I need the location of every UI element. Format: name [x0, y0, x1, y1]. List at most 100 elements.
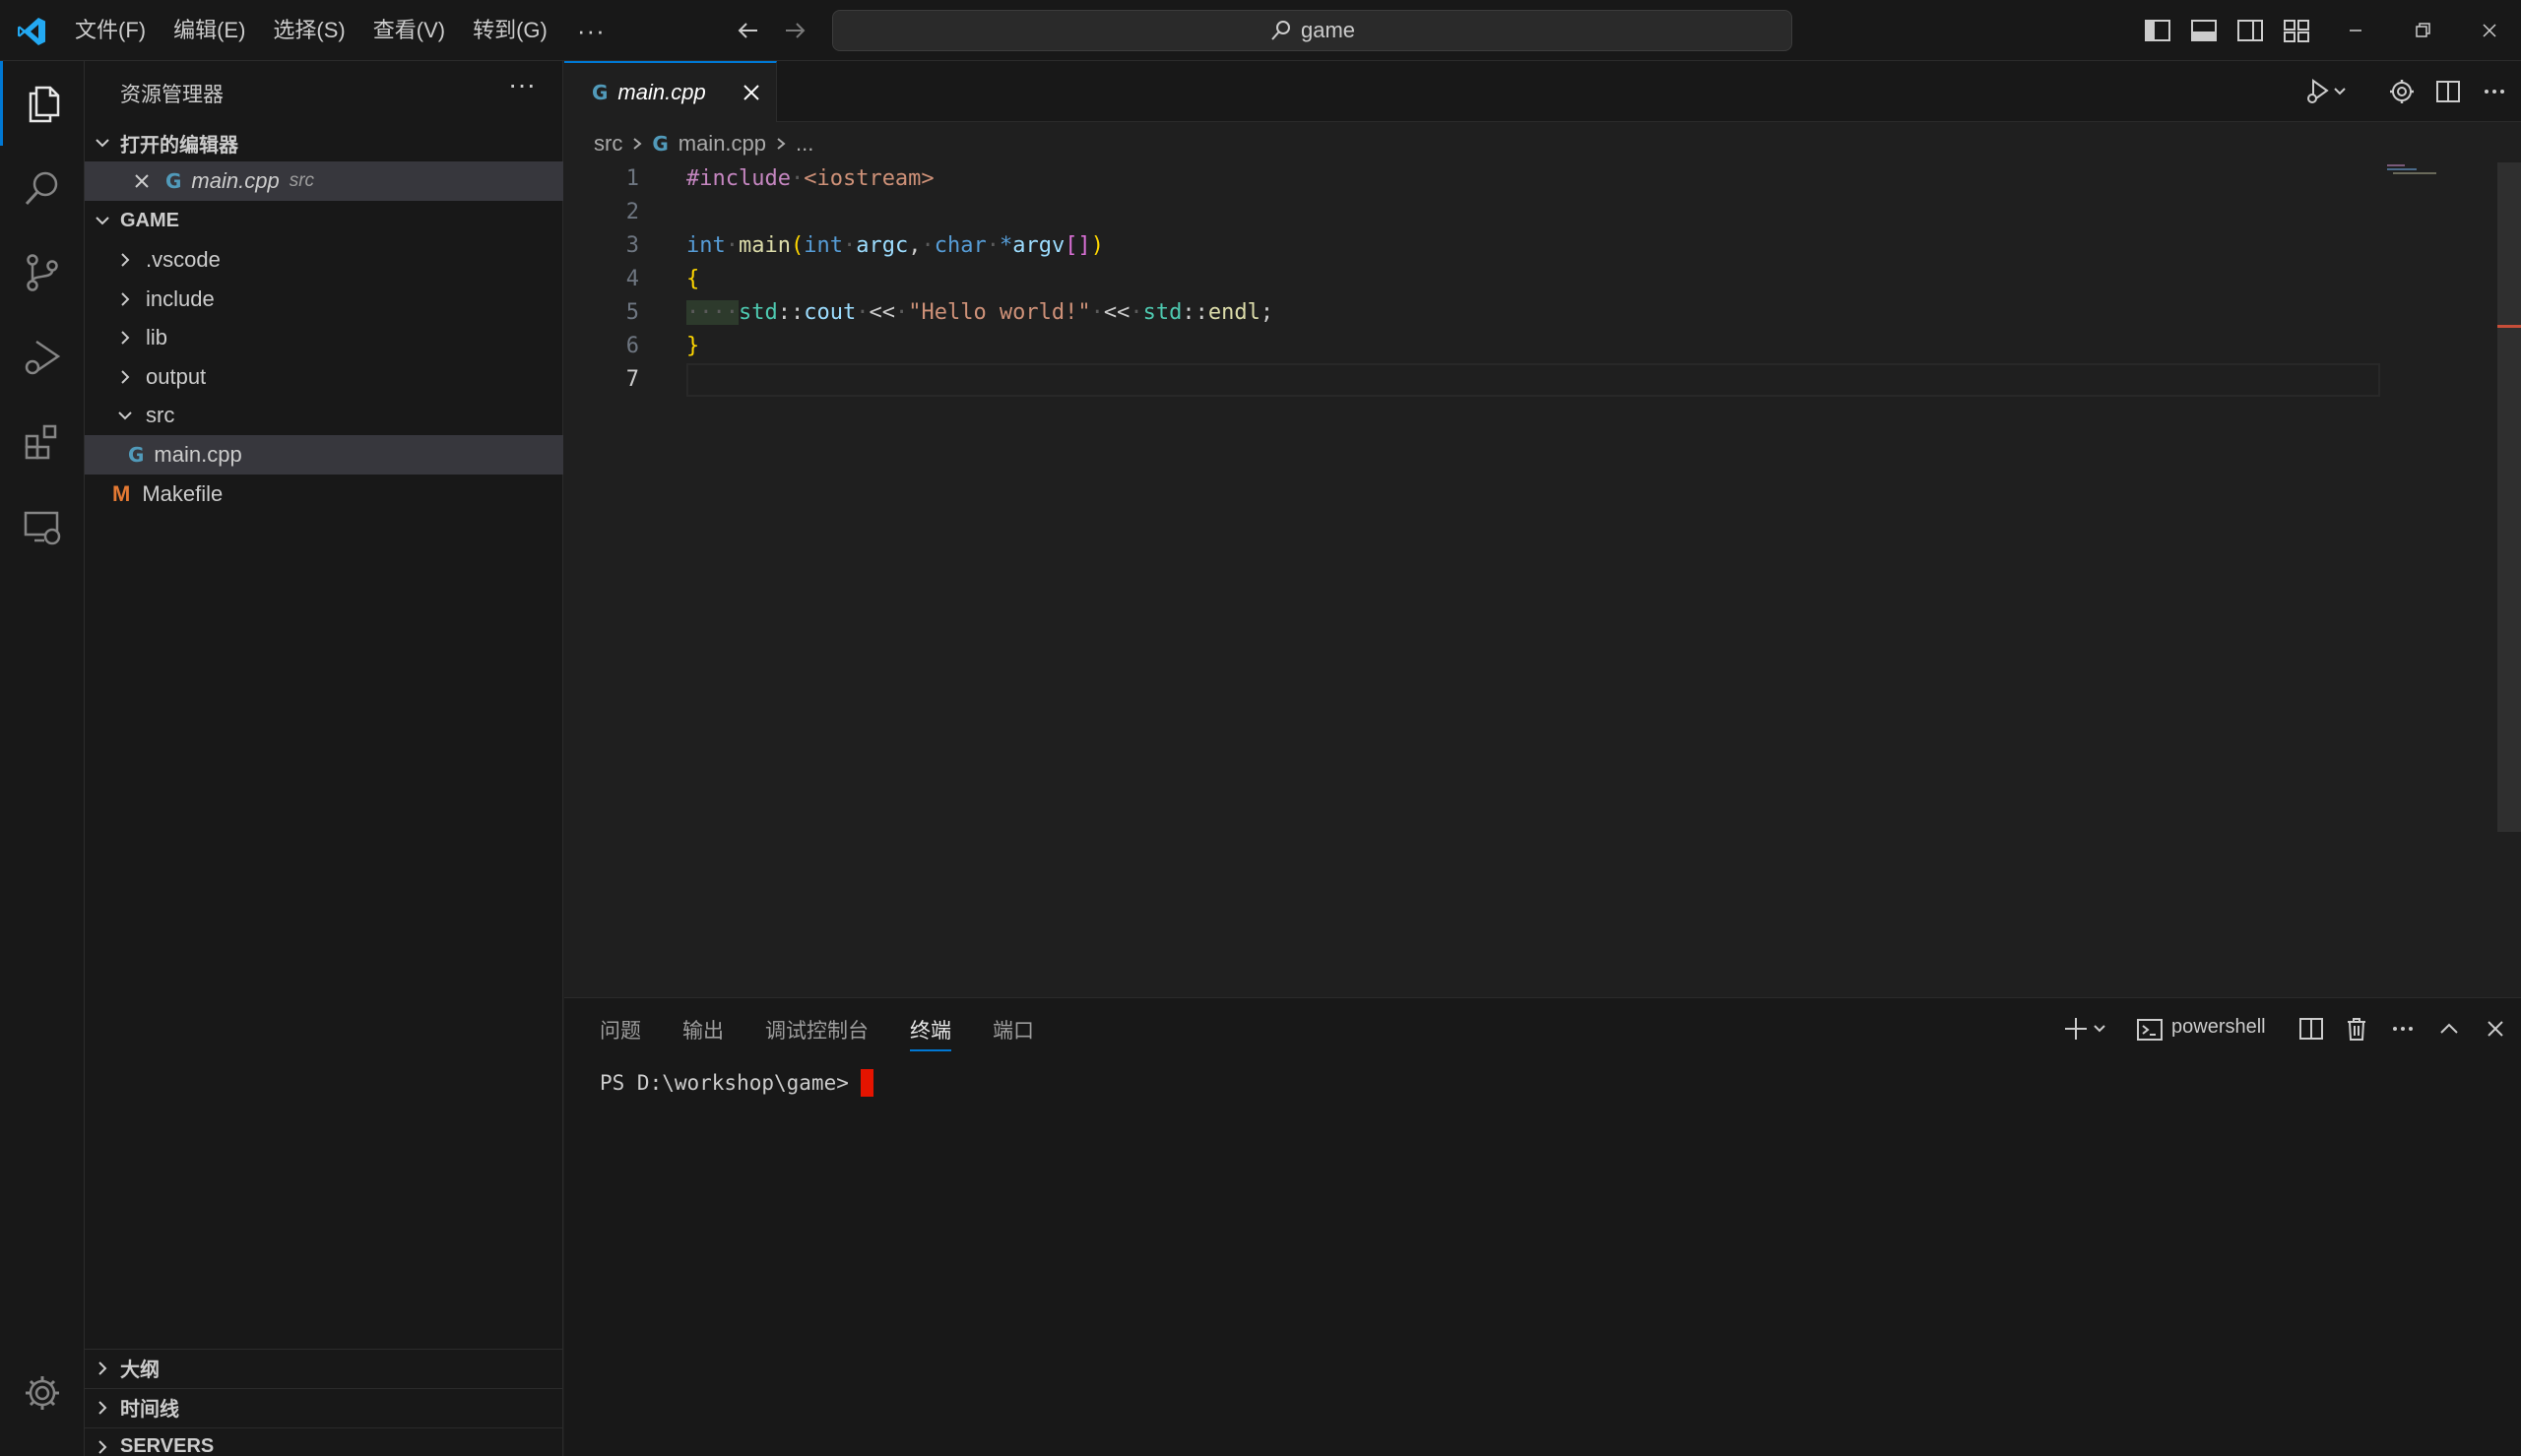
toggle-primary-sidebar-icon[interactable]	[2143, 16, 2172, 45]
menu-more-icon[interactable]: ···	[561, 11, 621, 50]
extensions-view-button[interactable]	[0, 400, 85, 484]
servers-header[interactable]: SERVERS	[85, 1427, 563, 1456]
split-editor-icon[interactable]	[2433, 77, 2463, 106]
editor-scrollbar[interactable]	[2497, 162, 2521, 832]
forward-arrow-icon[interactable]	[778, 14, 811, 47]
menu-selection[interactable]: 选择(S)	[259, 11, 358, 50]
tab-main-cpp[interactable]: G main.cpp	[564, 61, 777, 122]
code-token: std	[738, 300, 778, 325]
breadcrumb-symbol[interactable]: ...	[796, 131, 813, 157]
back-arrow-icon[interactable]	[732, 14, 765, 47]
outline-header[interactable]: 大纲	[85, 1349, 563, 1386]
code-token: int	[686, 233, 726, 258]
source-control-icon	[27, 254, 58, 291]
cpp-file-icon: G	[652, 132, 669, 156]
workspace-header[interactable]: GAME	[85, 202, 563, 239]
timeline-header[interactable]: 时间线	[85, 1388, 563, 1425]
terminal-prompt: PS D:\workshop\game>	[600, 1071, 849, 1095]
toggle-secondary-sidebar-icon[interactable]	[2235, 16, 2265, 45]
outline-label: 大纲	[120, 1360, 160, 1381]
restore-icon[interactable]	[2406, 14, 2439, 47]
files-icon	[29, 86, 59, 123]
manage-settings-button[interactable]	[0, 1351, 85, 1435]
folder-src[interactable]: src	[85, 396, 563, 435]
code-token: }	[686, 334, 700, 358]
chevron-right-icon	[112, 291, 138, 307]
gear-icon[interactable]	[2387, 77, 2417, 106]
toggle-panel-icon[interactable]	[2189, 16, 2219, 45]
line-number: 1	[625, 166, 639, 191]
code-token: <iostream>	[804, 166, 935, 191]
more-actions-icon[interactable]	[2480, 77, 2509, 106]
chevron-right-icon	[112, 369, 138, 385]
more-actions-icon[interactable]	[2388, 1014, 2418, 1044]
tab-terminal[interactable]: 终端	[910, 1012, 951, 1051]
tab-debug-console[interactable]: 调试控制台	[765, 1012, 869, 1051]
code-token: endl	[1207, 300, 1260, 325]
close-panel-icon[interactable]	[2481, 1014, 2510, 1044]
close-icon[interactable]	[740, 81, 763, 104]
command-center-search[interactable]: game	[832, 10, 1792, 51]
open-editor-item[interactable]: G main.cpp src	[85, 161, 563, 201]
chevron-down-icon	[85, 134, 120, 152]
remote-explorer-view-button[interactable]	[0, 484, 85, 569]
folder-lib[interactable]: lib	[85, 318, 563, 357]
folder-label: include	[146, 286, 215, 311]
trash-icon[interactable]	[2342, 1014, 2371, 1044]
close-window-icon[interactable]	[2473, 14, 2506, 47]
file-label: main.cpp	[154, 442, 242, 467]
menu-view[interactable]: 查看(V)	[359, 11, 459, 50]
source-control-view-button[interactable]	[0, 230, 85, 315]
chevron-right-icon	[112, 330, 138, 346]
split-terminal-icon[interactable]	[2296, 1014, 2326, 1044]
tab-ports[interactable]: 端口	[993, 1012, 1034, 1051]
code-token: #include	[686, 166, 791, 191]
tab-problems[interactable]: 问题	[600, 1012, 641, 1051]
folder-label: .vscode	[146, 247, 221, 272]
search-icon	[1271, 21, 1290, 40]
line-number: 5	[625, 300, 639, 325]
breadcrumb-file[interactable]: main.cpp	[679, 131, 766, 157]
run-debug-icon[interactable]	[2303, 77, 2353, 106]
terminal-cursor	[860, 1069, 873, 1097]
menu-edit[interactable]: 编辑(E)	[160, 11, 259, 50]
terminal-shell-name[interactable]: powershell	[2171, 1016, 2266, 1039]
close-icon[interactable]	[132, 171, 152, 191]
minimap[interactable]	[2383, 162, 2442, 182]
open-editors-header[interactable]: 打开的编辑器	[85, 124, 563, 161]
cpp-file-icon: G	[128, 443, 145, 467]
chevron-right-icon	[112, 252, 138, 268]
folder-output[interactable]: output	[85, 357, 563, 397]
maximize-panel-icon[interactable]	[2434, 1014, 2464, 1044]
menu-goto[interactable]: 转到(G)	[459, 11, 561, 50]
breadcrumb-folder[interactable]: src	[594, 131, 622, 157]
folder-vscode[interactable]: .vscode	[85, 240, 563, 280]
chevron-right-icon	[85, 1361, 120, 1376]
menu-bar: 文件(F) 编辑(E) 选择(S) 查看(V) 转到(G) ···	[61, 0, 621, 61]
file-main-cpp[interactable]: G main.cpp	[85, 435, 563, 475]
chevron-right-icon	[85, 1400, 120, 1416]
new-terminal-icon[interactable]	[2063, 1014, 2114, 1044]
explorer-view-button[interactable]	[0, 61, 85, 146]
menu-file[interactable]: 文件(F)	[61, 11, 160, 50]
open-editor-filename: main.cpp	[191, 168, 280, 193]
sidebar-more-icon[interactable]: ···	[508, 69, 536, 100]
workspace-label: GAME	[120, 209, 179, 231]
terminal[interactable]: PS D:\workshop\game>	[600, 1069, 873, 1097]
chevron-down-icon	[112, 407, 138, 424]
code-editor[interactable]: 1 #include·<iostream> 2 3 int·main(int·a…	[564, 162, 2494, 999]
line-number: 7	[625, 367, 639, 392]
code-token: *	[999, 233, 1013, 258]
minimize-icon[interactable]	[2339, 14, 2372, 47]
search-text: game	[1300, 18, 1356, 42]
timeline-label: 时间线	[120, 1399, 179, 1421]
run-debug-view-button[interactable]	[0, 315, 85, 400]
search-view-button[interactable]	[0, 146, 85, 230]
folder-include[interactable]: include	[85, 280, 563, 319]
editor-tab-bar: G main.cpp	[564, 61, 2521, 122]
folder-label: lib	[146, 325, 168, 349]
code-line: 1 #include·<iostream>	[564, 162, 2494, 196]
file-makefile[interactable]: M Makefile	[85, 475, 563, 514]
tab-output[interactable]: 输出	[682, 1012, 724, 1051]
customize-layout-icon[interactable]	[2282, 16, 2311, 45]
